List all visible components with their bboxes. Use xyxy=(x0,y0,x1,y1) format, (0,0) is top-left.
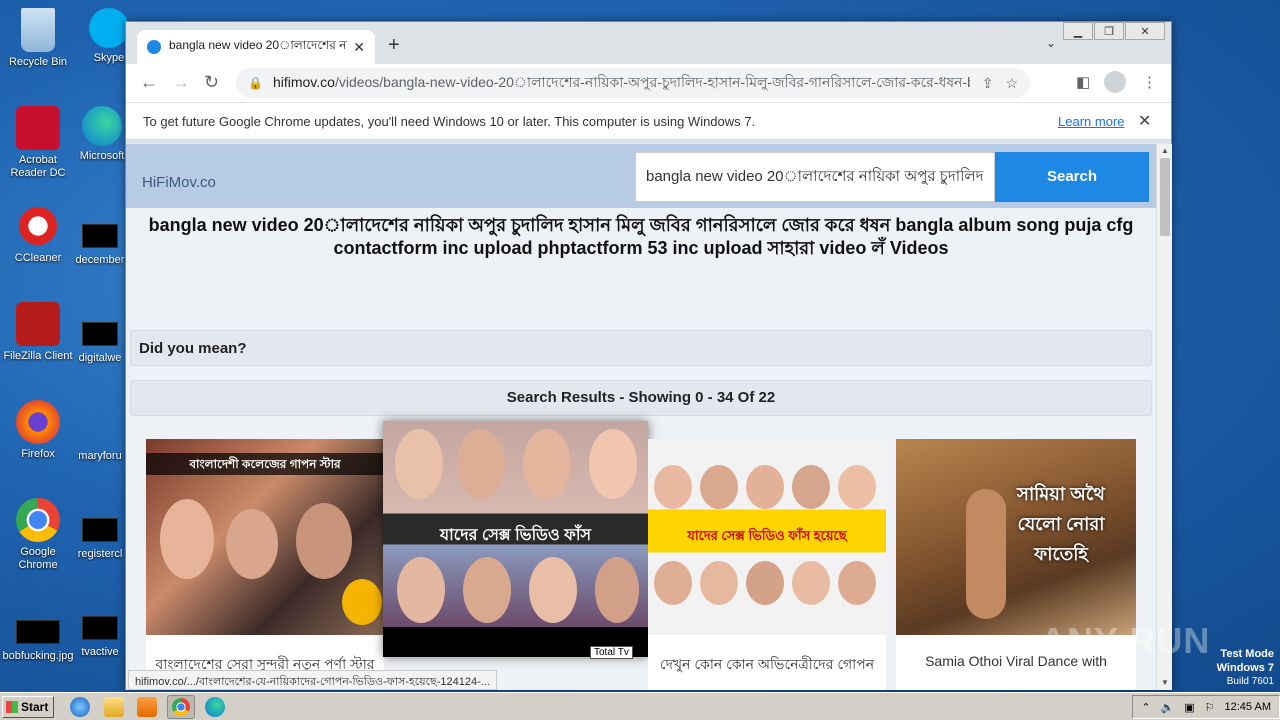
site-logo[interactable]: HiFiMov.co xyxy=(142,174,216,191)
chrome-icon xyxy=(172,698,190,716)
test-mode-label: Test Mode Windows 7 Build 7601 xyxy=(1217,647,1274,689)
firefox-icon[interactable]: Firefox xyxy=(0,400,76,461)
system-tray: ⌃ 🔈 ▣ ⚐ 12:45 AM xyxy=(1132,695,1280,719)
search-input[interactable]: bangla new video 20ালাদেশের নায়িকা অপুর… xyxy=(635,152,995,202)
os-name: Windows 7 xyxy=(1216,662,1274,674)
forward-icon[interactable]: → xyxy=(172,72,190,93)
share-icon[interactable]: ⇪ xyxy=(982,75,994,92)
scroll-down-icon[interactable]: ▼ xyxy=(1161,678,1169,687)
video-caption[interactable]: দেখুন কোন কোন অভিনেত্রীদের গোপন xyxy=(648,653,886,677)
favicon-icon xyxy=(147,40,161,54)
results-header: Search Results - Showing 0 - 34 Of 22 xyxy=(130,380,1152,416)
tab-search-icon[interactable]: ⌄ xyxy=(1046,36,1056,50)
tray-expand-icon[interactable]: ⌃ xyxy=(1141,701,1150,714)
ie-icon[interactable] xyxy=(70,697,90,717)
new-tab-icon[interactable]: + xyxy=(388,34,400,57)
tab-title: bangla new video 20ালাদেশের নায়িক xyxy=(169,38,348,52)
thumbnail-banner: যাদের সেক্স ভিডিও ফাঁস xyxy=(439,527,592,544)
thumbnail-banner: বাংলাদেশী কলেজের গাপন স্টার xyxy=(146,453,384,475)
file-icon[interactable]: maryforu xyxy=(74,410,126,463)
thumbnail-banner: যাদের সেক্স ভিডিও ফাঁস হয়েছে xyxy=(687,528,847,543)
anyrun-watermark: ANY RUN xyxy=(1040,620,1211,661)
infobar-message: To get future Google Chrome updates, you… xyxy=(143,114,756,129)
ccleaner-icon[interactable]: CCleaner xyxy=(0,204,76,265)
scroll-up-icon[interactable]: ▲ xyxy=(1161,146,1169,155)
restore-icon[interactable]: ❐ xyxy=(1094,22,1124,40)
url-host: hifimov.co xyxy=(272,74,335,90)
update-infobar: To get future Google Chrome updates, you… xyxy=(126,102,1171,140)
video-card[interactable]: যাদের সেক্স ভিডিও ফাঁস xyxy=(383,421,648,657)
video-thumbnail[interactable]: যাদের সেক্স ভিডিও ফাঁস হয়েছে xyxy=(648,439,886,635)
test-mode-text: Test Mode xyxy=(1220,648,1274,660)
start-button[interactable]: Start xyxy=(2,696,54,718)
recycle-bin-icon[interactable]: Recycle Bin xyxy=(0,8,76,69)
edge-icon[interactable] xyxy=(205,697,225,717)
file-icon[interactable]: december xyxy=(74,214,126,267)
video-thumbnail[interactable]: সামিয়া অথৈ যেলো নোরা ফাতেহি xyxy=(896,439,1136,635)
back-icon[interactable]: ← xyxy=(140,72,158,93)
results-count: Search Results - Showing 0 - 34 Of 22 xyxy=(506,389,776,406)
volume-icon[interactable]: 🔈 xyxy=(1161,701,1175,714)
start-label: Start xyxy=(21,700,49,714)
windows-flag-icon xyxy=(6,701,18,713)
file-icon[interactable]: registercl xyxy=(74,508,126,561)
media-player-icon[interactable] xyxy=(137,697,157,717)
window-controls: ▁ ❐ ✕ xyxy=(1062,22,1165,40)
video-thumbnail[interactable]: যাদের সেক্স ভিডিও ফাঁস xyxy=(383,421,648,627)
file-icon[interactable]: tvactive xyxy=(74,606,126,659)
thumbnail-overlay-text: সামিয়া অথৈ যেলো নোরা ফাতেহি xyxy=(1017,484,1105,564)
clock[interactable]: 12:45 AM xyxy=(1225,701,1271,713)
reload-icon[interactable]: ↻ xyxy=(204,72,219,93)
explorer-icon[interactable] xyxy=(104,697,124,717)
address-bar[interactable]: 🔒 hifimov.co/videos/bangla-new-video-20া… xyxy=(236,68,1030,98)
infobar-close-icon[interactable]: ✕ xyxy=(1138,111,1151,131)
browser-toolbar: ← → ↻ 🔒 hifimov.co/videos/bangla-new-vid… xyxy=(126,64,1171,102)
tab-strip: bangla new video 20ালাদেশের নায়িক ✕ + ⌄… xyxy=(126,22,1171,64)
file-icon[interactable]: digitalwe xyxy=(74,312,126,365)
scrollbar-thumb[interactable] xyxy=(1160,158,1170,236)
chrome-icon[interactable]: Google Chrome xyxy=(0,498,76,572)
taskbar: Start ⌃ 🔈 ▣ ⚐ 12:45 AM xyxy=(0,692,1280,720)
search-button[interactable]: Search xyxy=(995,152,1149,202)
menu-kebab-icon[interactable]: ⋮ xyxy=(1142,73,1157,91)
chrome-window: bangla new video 20ালাদেশের নায়িক ✕ + ⌄… xyxy=(125,21,1172,690)
link-status-bar: hifimov.co/.../বাংলাদেশের-যে-নায়িকাদের-… xyxy=(128,670,497,690)
bookmark-star-icon[interactable]: ☆ xyxy=(1005,75,1018,92)
filezilla-icon[interactable]: FileZilla Client xyxy=(0,302,76,363)
video-thumbnail[interactable]: বাংলাদেশী কলেজের গাপন স্টার xyxy=(146,439,384,635)
side-panel-icon[interactable]: ◧ xyxy=(1076,73,1090,91)
acrobat-icon[interactable]: Acrobat Reader DC xyxy=(0,106,76,180)
os-build: Build 7601 xyxy=(1226,676,1274,687)
site-header: HiFiMov.co bangla new video 20ালাদেশের ন… xyxy=(126,144,1156,208)
close-window-icon[interactable]: ✕ xyxy=(1125,22,1165,40)
web-page: HiFiMov.co bangla new video 20ালাদেশের ন… xyxy=(126,144,1156,690)
file-icon[interactable]: bobfucking.jpg xyxy=(0,610,76,663)
close-tab-icon[interactable]: ✕ xyxy=(353,39,365,56)
browser-tab[interactable]: bangla new video 20ালাদেশের নায়িক ✕ xyxy=(137,30,375,64)
did-you-mean-panel: Did you mean? xyxy=(130,330,1152,366)
learn-more-link[interactable]: Learn more xyxy=(1058,114,1124,129)
video-card[interactable]: যাদের সেক্স ভিডিও ফাঁস হয়েছে দেখুন কোন … xyxy=(648,439,886,690)
did-you-mean-label: Did you mean? xyxy=(139,340,247,357)
flag-icon[interactable]: ⚐ xyxy=(1205,701,1215,714)
profile-avatar-icon[interactable] xyxy=(1104,71,1126,93)
tooltip: Total Tv xyxy=(590,646,633,659)
video-card[interactable]: বাংলাদেশী কলেজের গাপন স্টার বাংলাদেশের স… xyxy=(146,439,384,690)
chrome-taskbar-button[interactable] xyxy=(167,695,195,719)
network-icon[interactable]: ▣ xyxy=(1184,701,1194,714)
page-scrollbar[interactable]: ▲ ▼ xyxy=(1156,144,1172,690)
page-title: bangla new video 20ালাদেশের নায়িকা অপুর… xyxy=(148,215,1134,258)
edge-icon[interactable]: Microsoft xyxy=(74,106,130,163)
lock-icon[interactable]: 🔒 xyxy=(248,76,263,90)
minimize-icon[interactable]: ▁ xyxy=(1063,22,1093,40)
url-path: /videos/bangla-new-video-20ালাদেশের-নায়… xyxy=(334,74,970,90)
